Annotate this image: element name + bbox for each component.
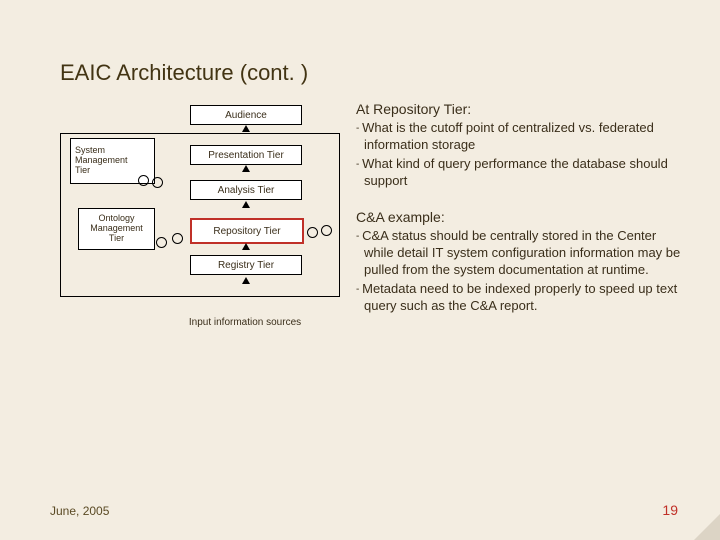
section-block: C&A example: - C&A status should be cent… — [356, 208, 688, 315]
architecture-diagram: Audience Presentation Tier Analysis Tier… — [60, 105, 340, 365]
bullet-text: What is the cutoff point of centralized … — [362, 120, 654, 152]
arrow-up-icon — [242, 165, 250, 172]
analysis-tier-box: Analysis Tier — [190, 180, 302, 200]
page-number: 19 — [662, 502, 678, 518]
section-heading: C&A example: — [356, 208, 688, 226]
repository-tier-box: Repository Tier — [190, 218, 304, 244]
registry-tier-box: Registry Tier — [190, 255, 302, 275]
connector-circle-icon — [152, 177, 163, 188]
connector-circle-icon — [156, 237, 167, 248]
audience-box: Audience — [190, 105, 302, 125]
connector-circle-icon — [138, 175, 149, 186]
connector-circle-icon — [321, 225, 332, 236]
arrow-up-icon — [242, 125, 250, 132]
text: Tier — [75, 166, 90, 176]
bullet: - Metadata need to be indexed properly t… — [356, 281, 688, 315]
presentation-tier-box: Presentation Tier — [190, 145, 302, 165]
section-heading: At Repository Tier: — [356, 100, 688, 118]
connector-circle-icon — [307, 227, 318, 238]
bullet: - What kind of query performance the dat… — [356, 156, 688, 190]
arrow-up-icon — [242, 277, 250, 284]
connector-circle-icon — [172, 233, 183, 244]
slide: EAIC Architecture (cont. ) Audience Pres… — [0, 0, 720, 540]
slide-title: EAIC Architecture (cont. ) — [60, 60, 308, 86]
arrow-up-icon — [242, 201, 250, 208]
bullet: - What is the cutoff point of centralize… — [356, 120, 688, 154]
arrow-up-icon — [242, 243, 250, 250]
bullet: - C&A status should be centrally stored … — [356, 228, 688, 279]
bullet-text: C&A status should be centrally stored in… — [362, 228, 680, 277]
ontology-management-tier-box: Ontology Management Tier — [78, 208, 155, 250]
page-curl-icon — [694, 514, 720, 540]
footer-date: June, 2005 — [50, 504, 109, 518]
bullet-text: Metadata need to be indexed properly to … — [362, 281, 677, 313]
bullet-text: What kind of query performance the datab… — [362, 156, 668, 188]
right-text-block: At Repository Tier: - What is the cutoff… — [356, 100, 688, 316]
input-information-sources-label: Input information sources — [180, 308, 310, 336]
text: Tier — [109, 234, 124, 244]
